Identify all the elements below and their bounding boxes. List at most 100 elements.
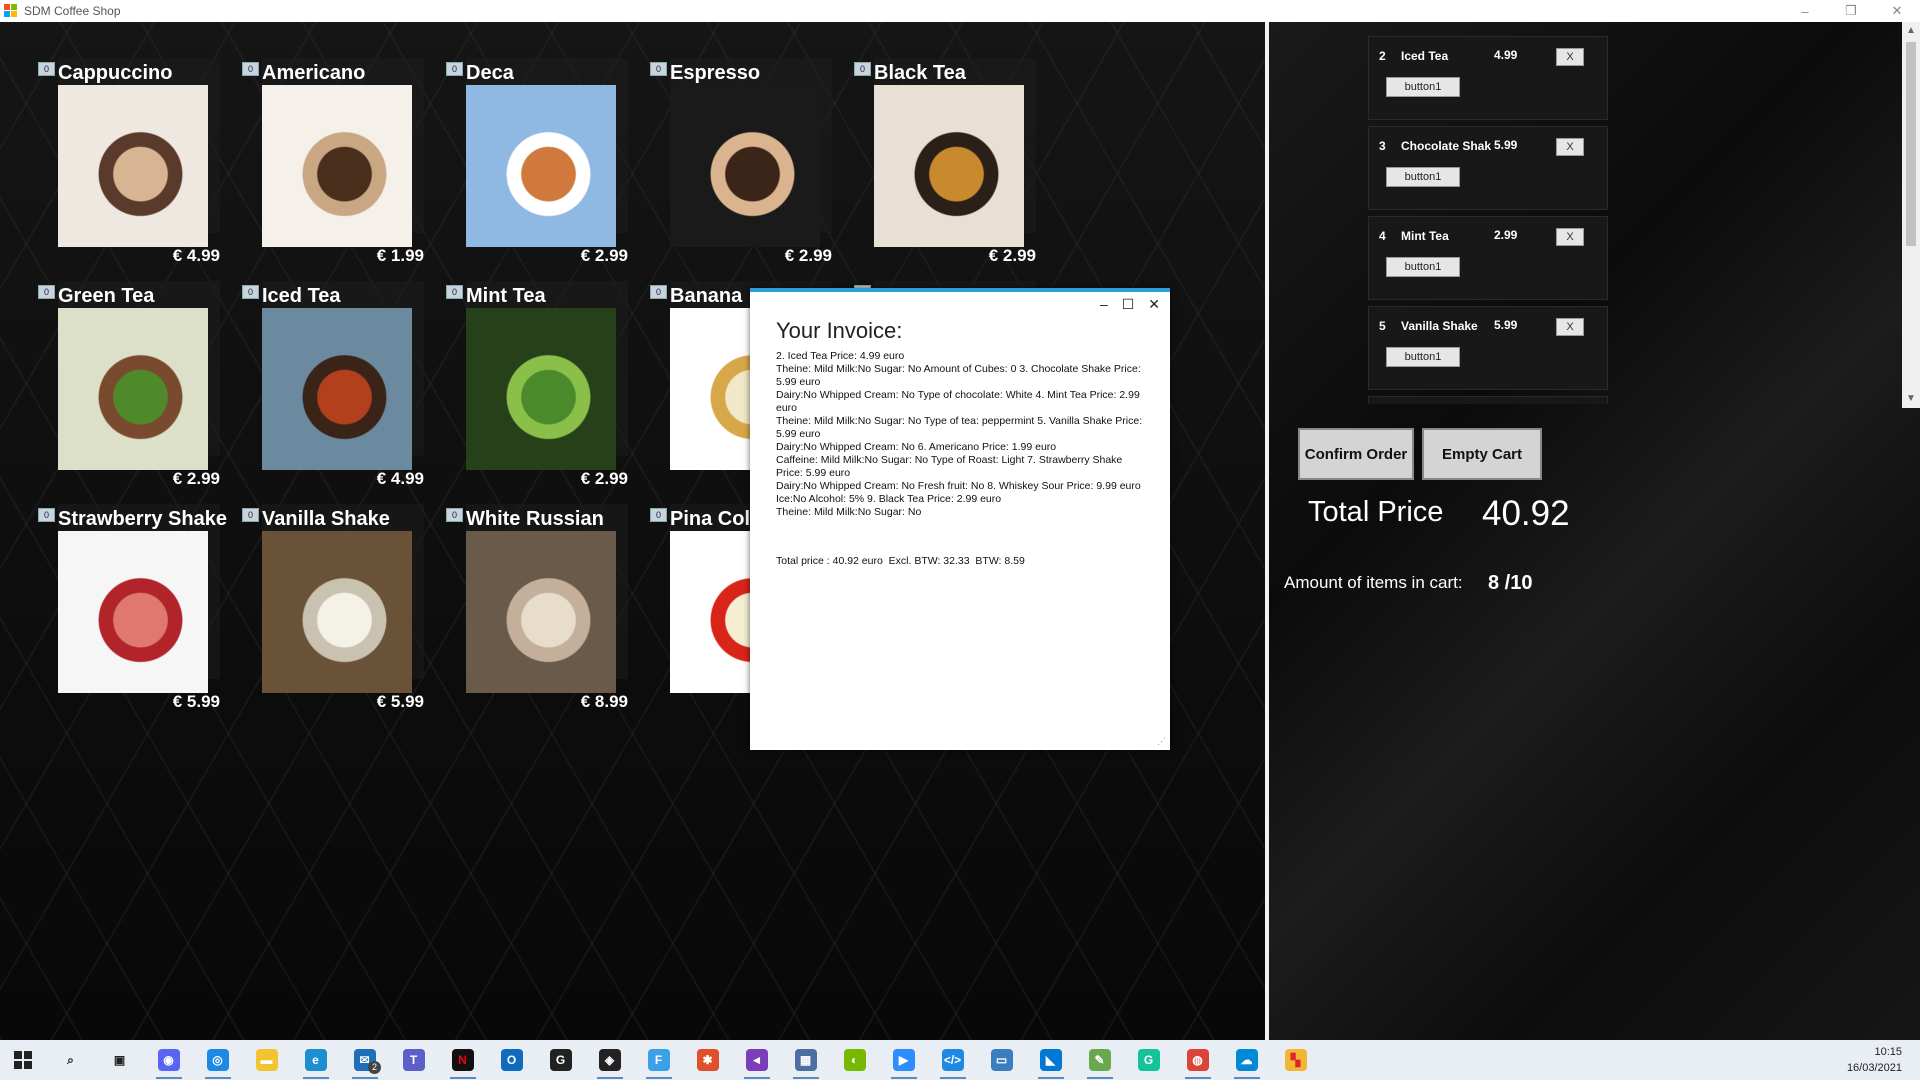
quantity-field[interactable]: 0 xyxy=(242,285,259,299)
quantity-field[interactable]: 0 xyxy=(650,508,667,522)
grammarly-taskbar-button[interactable]: G xyxy=(1124,1040,1173,1080)
cart-item-option-button[interactable]: button1 xyxy=(1386,257,1460,277)
product-photo-green-tea[interactable] xyxy=(58,308,208,470)
product-photo-americano[interactable] xyxy=(262,85,412,247)
search-taskbar-button[interactable]: ⌕ xyxy=(46,1040,95,1080)
discord-taskbar-button[interactable]: ◉ xyxy=(144,1040,193,1080)
github-taskbar-button[interactable]: G xyxy=(536,1040,585,1080)
notepad-taskbar-button[interactable]: ✎ xyxy=(1075,1040,1124,1080)
task-view-taskbar-button[interactable]: ▣ xyxy=(95,1040,144,1080)
file-explorer-icon: ▬ xyxy=(255,1049,278,1071)
product-photo-white-russian[interactable] xyxy=(466,531,616,693)
quantity-field[interactable]: 0 xyxy=(242,508,259,522)
product-name: Strawberry Shake xyxy=(58,508,227,530)
empty-cart-button[interactable]: Empty Cart xyxy=(1422,428,1542,480)
cart-item-name: Vanilla Shake xyxy=(1401,319,1478,333)
invoice-close-button[interactable]: ✕ xyxy=(1148,296,1160,313)
cart-item-option-button[interactable]: button1 xyxy=(1386,167,1460,187)
taskbar: ⌕ ▣ ◉ ◎ ▬ e ✉ 2 T N O G ◈ F ✱ ◄ ▦ ◐ ▶ </> ▭ ◣ ✎ G ◍ ☁ ▚ 10:15 16/0… xyxy=(0,1040,1920,1080)
cart-item-option-button[interactable]: button1 xyxy=(1386,77,1460,97)
quantity-field[interactable]: 0 xyxy=(38,508,55,522)
product-price: € 5.99 xyxy=(172,692,220,711)
app-logo-icon xyxy=(4,4,18,18)
product-photo-cappuccino[interactable] xyxy=(58,85,208,247)
clock[interactable]: 10:15 16/03/2021 xyxy=(1847,1044,1902,1076)
invoice-maximize-button[interactable]: ☐ xyxy=(1122,296,1135,313)
scroll-down-icon[interactable]: ▼ xyxy=(1902,390,1920,408)
menu-tile[interactable]: 0 Americano € 1.99 xyxy=(234,22,428,265)
quantity-field[interactable]: 0 xyxy=(242,62,259,76)
visual-studio-taskbar-button[interactable]: ◄ xyxy=(732,1040,781,1080)
menu-tile[interactable]: 0 Vanilla Shake € 5.99 xyxy=(234,468,428,711)
quantity-field[interactable]: 0 xyxy=(650,62,667,76)
cart-amount-label: Amount of items in cart: xyxy=(1284,573,1463,592)
quantity-field[interactable]: 0 xyxy=(38,62,55,76)
teams-taskbar-button[interactable]: T xyxy=(389,1040,438,1080)
cart-scrollbar[interactable]: ▲ ▼ xyxy=(1902,22,1920,408)
netflix-taskbar-button[interactable]: N xyxy=(438,1040,487,1080)
app-taskbar-button[interactable]: ◎ xyxy=(193,1040,242,1080)
product-photo-vanilla-shake[interactable] xyxy=(262,531,412,693)
cart-item: 4 Mint Tea 2.99 Xbutton1 xyxy=(1368,216,1608,300)
zoom-taskbar-button[interactable]: ▶ xyxy=(879,1040,928,1080)
nvidia-taskbar-button[interactable]: ◐ xyxy=(830,1040,879,1080)
menu-tile[interactable]: 0 Cappuccino € 4.99 xyxy=(30,22,224,265)
quantity-field[interactable]: 0 xyxy=(854,62,871,76)
menu-tile[interactable]: 0 White Russian € 8.99 xyxy=(438,468,632,711)
product-photo-iced-tea[interactable] xyxy=(262,308,412,470)
git-taskbar-button[interactable]: ✱ xyxy=(683,1040,732,1080)
remove-item-button[interactable]: X xyxy=(1556,138,1584,156)
invoice-minimize-button[interactable]: – xyxy=(1100,296,1108,313)
resize-grip-icon[interactable]: ⋰ xyxy=(1157,736,1166,747)
close-button[interactable]: ✕ xyxy=(1874,0,1920,22)
window-taskbar-button[interactable]: ▭ xyxy=(977,1040,1026,1080)
mail-badge: 2 xyxy=(368,1061,381,1074)
menu-tile[interactable]: 0 Strawberry Shake € 5.99 xyxy=(30,468,227,711)
product-photo-mint-tea[interactable] xyxy=(466,308,616,470)
f-app-taskbar-button[interactable]: F xyxy=(634,1040,683,1080)
azure-icon: ☁ xyxy=(1235,1049,1258,1071)
product-photo-espresso[interactable] xyxy=(670,85,820,247)
minimize-button[interactable]: – xyxy=(1782,0,1828,22)
remove-item-button[interactable]: X xyxy=(1556,228,1584,246)
confirm-order-button[interactable]: Confirm Order xyxy=(1298,428,1414,480)
product-name: Cappuccino xyxy=(58,62,173,84)
code-taskbar-button[interactable]: </> xyxy=(928,1040,977,1080)
cart-item-option-button[interactable]: button1 xyxy=(1386,347,1460,367)
cart-item-number: 5 xyxy=(1379,319,1386,333)
quantity-field[interactable]: 0 xyxy=(446,62,463,76)
network-taskbar-button[interactable]: ▦ xyxy=(781,1040,830,1080)
azure-taskbar-button[interactable]: ☁ xyxy=(1222,1040,1271,1080)
quantity-field[interactable]: 0 xyxy=(446,508,463,522)
scroll-up-icon[interactable]: ▲ xyxy=(1902,22,1920,40)
coffee-shop-app-taskbar-button[interactable]: ▚ xyxy=(1271,1040,1320,1080)
remove-item-button[interactable]: X xyxy=(1556,48,1584,66)
invoice-dialog: – ☐ ✕ Your Invoice: 2. Iced Tea Price: 4… xyxy=(750,288,1170,750)
outlook-taskbar-button[interactable]: O xyxy=(487,1040,536,1080)
menu-tile[interactable]: 0 Black Tea € 2.99 xyxy=(846,22,1040,265)
total-price-value: 40.92 xyxy=(1482,494,1570,533)
menu-tile[interactable]: 0 Espresso € 2.99 xyxy=(642,22,836,265)
menu-tile[interactable]: 0 Deca € 2.99 xyxy=(438,22,632,265)
product-photo-strawberry-shake[interactable] xyxy=(58,531,208,693)
quantity-field[interactable]: 0 xyxy=(446,285,463,299)
quantity-field[interactable]: 0 xyxy=(650,285,667,299)
menu-tile[interactable]: 0 Green Tea € 2.99 xyxy=(30,245,224,488)
product-photo-black-tea[interactable] xyxy=(874,85,1024,247)
dev-taskbar-button[interactable]: ◈ xyxy=(585,1040,634,1080)
mail-taskbar-button[interactable]: ✉ 2 xyxy=(340,1040,389,1080)
vscode-icon: ◣ xyxy=(1039,1049,1062,1071)
chrome-taskbar-button[interactable]: ◍ xyxy=(1173,1040,1222,1080)
file-explorer-taskbar-button[interactable]: ▬ xyxy=(242,1040,291,1080)
edge-taskbar-button[interactable]: e xyxy=(291,1040,340,1080)
vscode-taskbar-button[interactable]: ◣ xyxy=(1026,1040,1075,1080)
start-button[interactable] xyxy=(0,1040,46,1080)
quantity-field[interactable]: 0 xyxy=(38,285,55,299)
remove-item-button[interactable]: X xyxy=(1556,318,1584,336)
menu-tile[interactable]: 0 Iced Tea € 4.99 xyxy=(234,245,428,488)
menu-tile[interactable]: 0 Mint Tea € 2.99 xyxy=(438,245,632,488)
network-icon: ▦ xyxy=(794,1049,817,1071)
restore-button[interactable]: ❐ xyxy=(1828,0,1874,22)
scroll-thumb[interactable] xyxy=(1906,42,1916,246)
product-photo-deca[interactable] xyxy=(466,85,616,247)
